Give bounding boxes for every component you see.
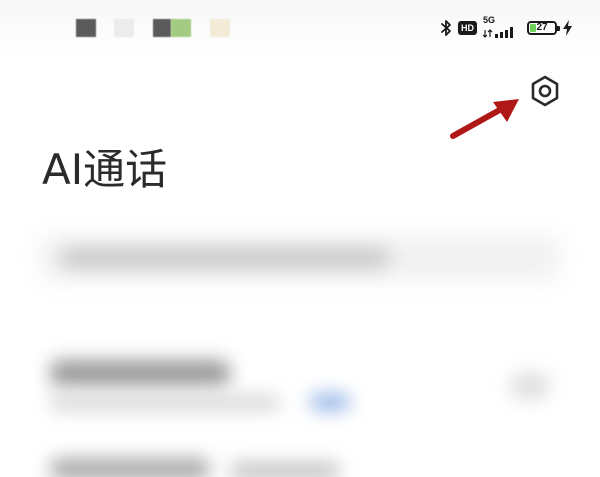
notification-icon <box>114 19 134 37</box>
list-item-title <box>50 458 210 477</box>
notification-icon <box>171 19 191 37</box>
network-type-label: 5G <box>483 15 496 25</box>
hd-icon: HD <box>458 21 477 35</box>
list-item-toggle[interactable] <box>510 372 550 400</box>
list-item-subtitle <box>230 462 340 477</box>
list-item-title <box>50 360 230 386</box>
annotation-arrow <box>445 94 525 148</box>
status-icons: HD 5G 27 <box>440 15 572 39</box>
battery-level: 27 <box>536 22 548 33</box>
charging-icon <box>563 20 572 36</box>
gear-icon <box>531 75 559 107</box>
page-title: AI通话 <box>42 145 168 194</box>
list-item-link[interactable] <box>310 394 350 410</box>
description-text <box>60 248 390 268</box>
notification-icon <box>210 19 230 37</box>
notification-icon <box>153 19 171 37</box>
bluetooth-icon <box>440 19 452 37</box>
list-item[interactable] <box>30 330 575 440</box>
battery-icon: 27 <box>527 21 560 35</box>
arrow-icon <box>450 99 519 139</box>
list-item-subtitle <box>50 396 280 410</box>
settings-button[interactable] <box>526 72 564 110</box>
notification-icon <box>76 19 96 37</box>
ai-call-screen: HD 5G 27 AI通话 <box>0 0 600 477</box>
signal-icon: 5G <box>483 15 519 38</box>
status-bar: HD 5G 27 <box>0 0 600 56</box>
